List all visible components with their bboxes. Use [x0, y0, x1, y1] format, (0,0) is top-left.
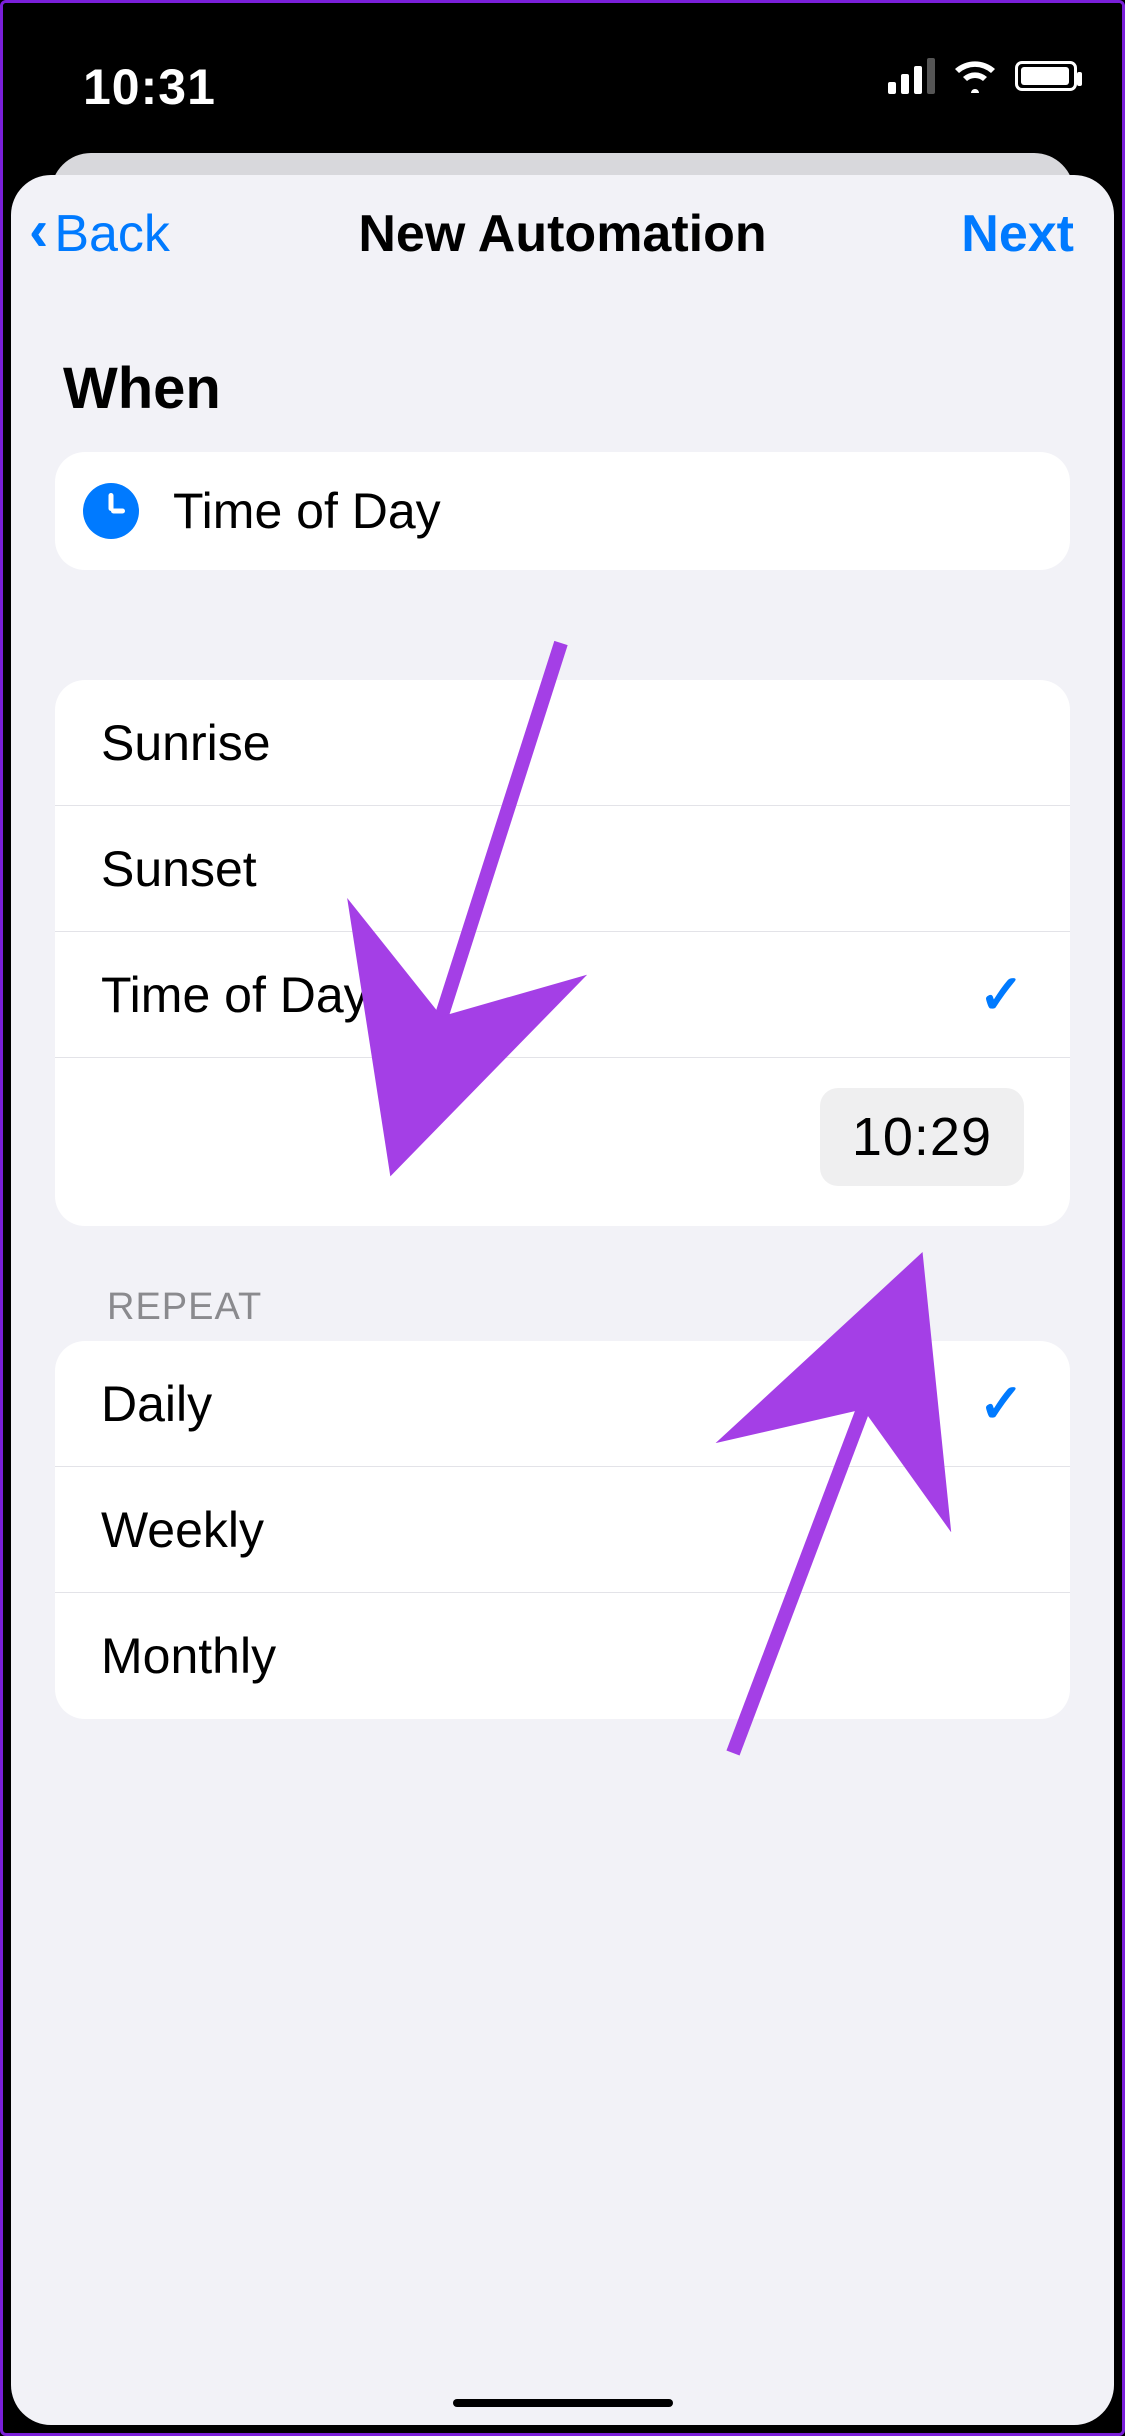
next-button[interactable]: Next: [961, 175, 1074, 293]
chevron-left-icon: ‹: [29, 202, 48, 260]
option-sunset[interactable]: Sunset ✓: [55, 806, 1070, 932]
modal-sheet: ‹ Back New Automation Next When Time of …: [11, 175, 1114, 2425]
repeat-section-label: REPEAT: [107, 1286, 1070, 1329]
cellular-icon: [888, 58, 935, 94]
repeat-daily[interactable]: Daily ✓: [55, 1341, 1070, 1467]
clock-icon: [83, 483, 139, 539]
status-bar: 10:31: [3, 3, 1122, 153]
checkmark-icon: ✓: [979, 963, 1024, 1026]
battery-icon: [1015, 61, 1077, 91]
back-button[interactable]: ‹ Back: [29, 175, 170, 293]
wifi-icon: [953, 59, 997, 93]
home-indicator[interactable]: [453, 2399, 673, 2407]
back-label: Back: [54, 204, 170, 264]
repeat-weekly[interactable]: Weekly ✓: [55, 1467, 1070, 1593]
option-label: Weekly: [101, 1501, 264, 1559]
trigger-summary-card[interactable]: Time of Day: [55, 452, 1070, 570]
time-picker-button[interactable]: 10:29: [820, 1088, 1024, 1186]
nav-bar: ‹ Back New Automation Next: [11, 175, 1114, 293]
option-label: Monthly: [101, 1627, 276, 1685]
page-title: New Automation: [358, 204, 766, 264]
option-label: Daily: [101, 1375, 212, 1433]
status-time: 10:31: [83, 58, 216, 116]
time-options-card: Sunrise ✓ Sunset ✓ Time of Day ✓ 10:29: [55, 680, 1070, 1226]
option-time-of-day[interactable]: Time of Day ✓: [55, 932, 1070, 1058]
section-when-title: When: [55, 355, 1070, 422]
checkmark-icon: ✓: [979, 1372, 1024, 1435]
option-label: Sunrise: [101, 714, 271, 772]
repeat-options-card: Daily ✓ Weekly ✓ Monthly ✓: [55, 1341, 1070, 1719]
option-sunrise[interactable]: Sunrise ✓: [55, 680, 1070, 806]
option-label: Sunset: [101, 840, 257, 898]
option-label: Time of Day: [101, 966, 369, 1024]
repeat-monthly[interactable]: Monthly ✓: [55, 1593, 1070, 1719]
status-indicators: [888, 58, 1077, 94]
time-picker-row: 10:29: [55, 1058, 1070, 1226]
trigger-summary-label: Time of Day: [173, 482, 441, 540]
